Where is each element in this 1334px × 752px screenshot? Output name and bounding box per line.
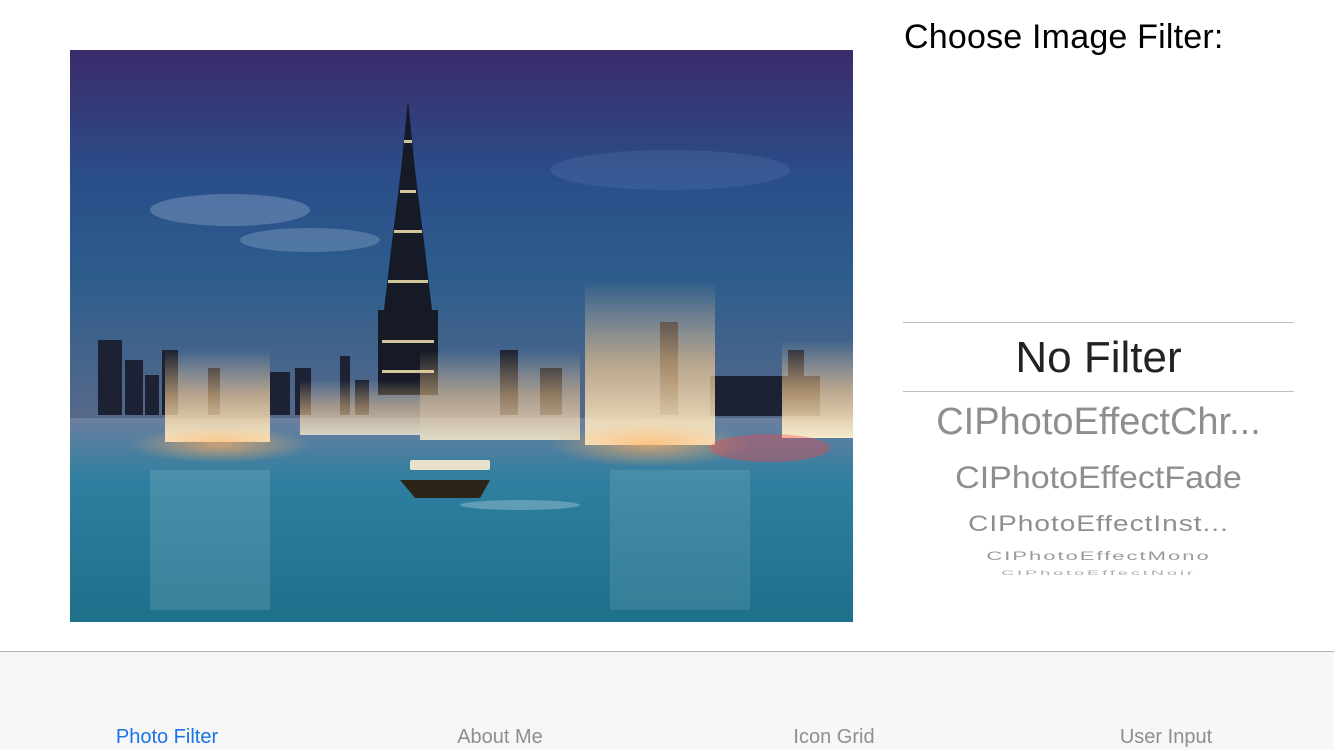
picker-option-selected[interactable]: No Filter xyxy=(903,330,1294,386)
tab-icon-grid[interactable]: Icon Grid xyxy=(724,722,944,752)
picker-option[interactable]: CIPhotoEffectChr... xyxy=(903,398,1294,446)
tab-about-me[interactable]: About Me xyxy=(390,722,610,752)
picker-option[interactable]: CIPhotoEffectFade xyxy=(903,458,1294,498)
filter-picker[interactable]: No Filter CIPhotoEffectChr... CIPhotoEff… xyxy=(903,140,1294,580)
filter-title: Choose Image Filter: xyxy=(904,18,1224,56)
tab-bar: Photo Filter About Me Icon Grid User Inp… xyxy=(0,651,1334,750)
city-skyline-photo xyxy=(70,50,853,622)
picker-option[interactable]: CIPhotoEffectNoir xyxy=(903,570,1294,576)
picker-option[interactable]: CIPhotoEffectInst... xyxy=(903,510,1294,539)
tab-user-input[interactable]: User Input xyxy=(1056,722,1276,752)
picker-selection-bottom-line xyxy=(903,391,1294,392)
tab-photo-filter[interactable]: Photo Filter xyxy=(57,722,277,752)
picker-option[interactable]: CIPhotoEffectMono xyxy=(903,549,1294,562)
picker-selection-top-line xyxy=(903,322,1294,323)
